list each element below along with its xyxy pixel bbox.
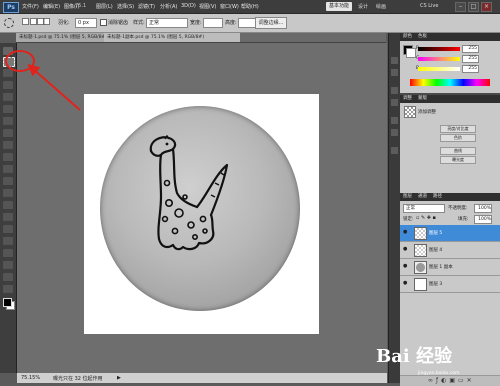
baidu-watermark-logo: Bai 经验 [376, 346, 452, 367]
watermark-url: jingyan.baidu.com [418, 371, 460, 376]
pointer-arrow [27, 64, 81, 111]
